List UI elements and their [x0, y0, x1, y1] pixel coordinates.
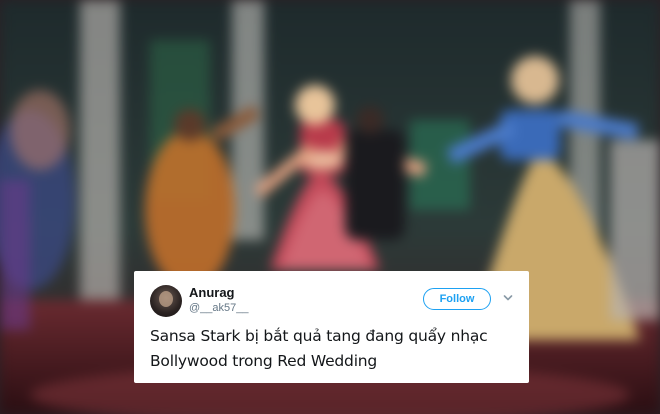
- tweet-card: Anurag @__ak57__ Follow Sansa Stark bị b…: [134, 271, 529, 383]
- tweet-text: Sansa Stark bị bắt quả tang đang quẩy nh…: [150, 327, 488, 370]
- author-handle[interactable]: @__ak57__: [189, 302, 249, 314]
- chevron-down-icon[interactable]: [503, 293, 513, 303]
- author-name[interactable]: Anurag: [189, 285, 235, 300]
- avatar[interactable]: [150, 285, 182, 317]
- follow-button[interactable]: Follow: [423, 288, 491, 310]
